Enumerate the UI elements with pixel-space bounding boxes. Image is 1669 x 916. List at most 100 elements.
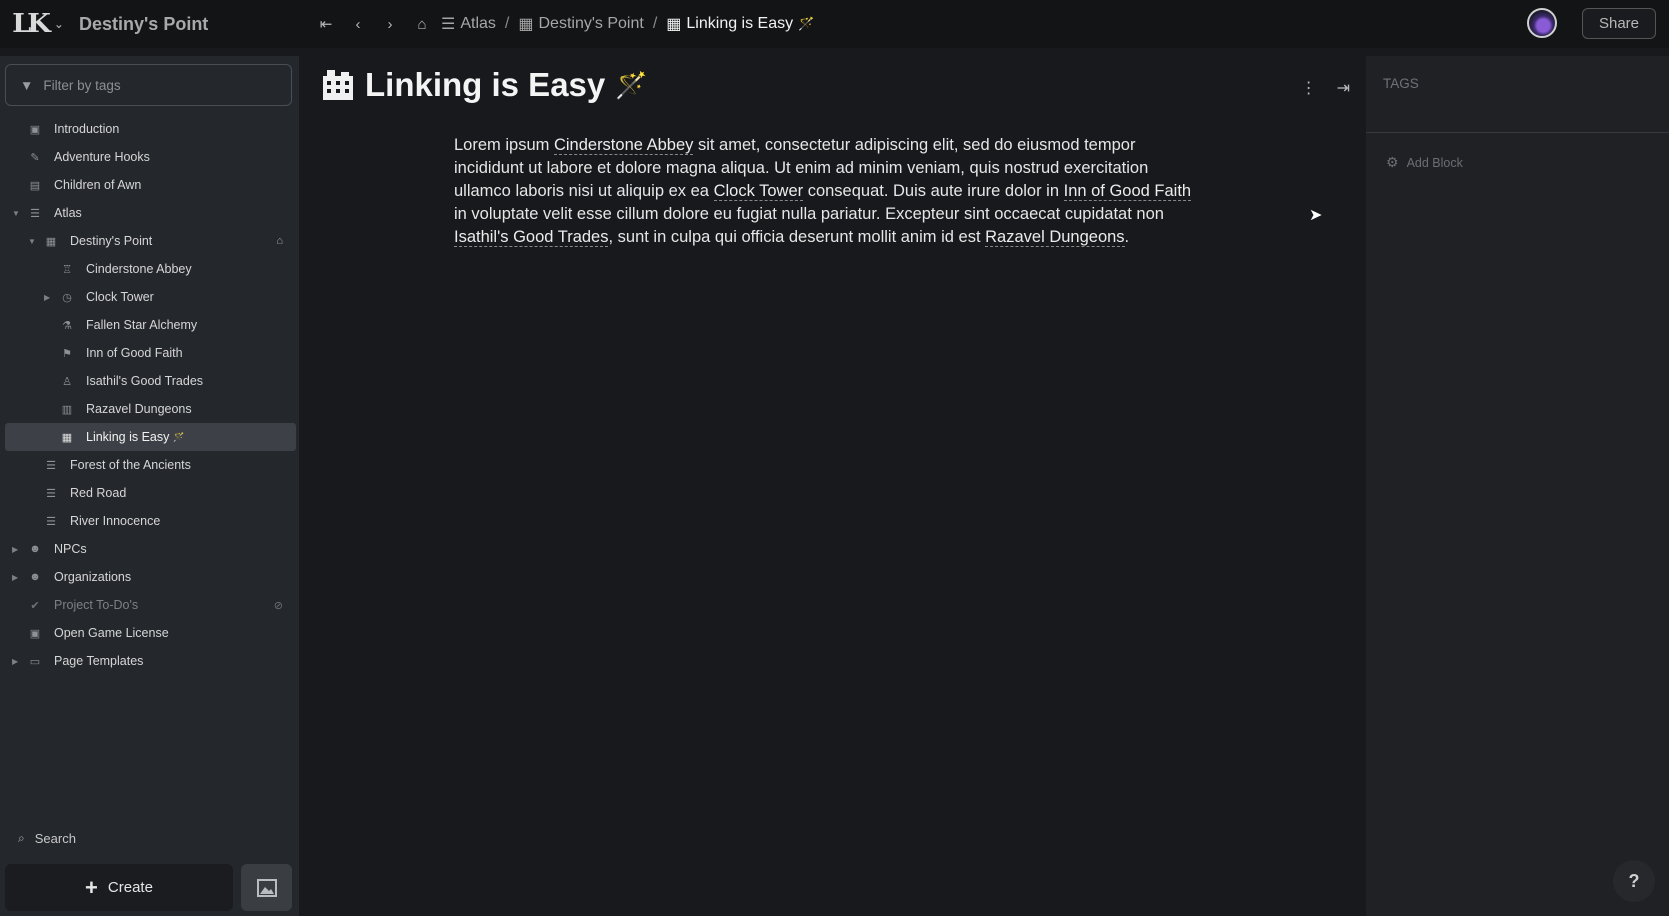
users-icon: ☻ (29, 543, 41, 555)
sidebar-item-project-todos[interactable]: ✔ Project To-Do's ⊘ (0, 591, 299, 619)
toggle-panel-icon[interactable]: ⇥ (1337, 78, 1350, 98)
main-content: Linking is Easy 🪄 ⋮ ⇥ Lorem ipsum Cinder… (299, 56, 1366, 916)
sidebar-item-label: Forest of the Ancients (70, 458, 191, 472)
flag-icon: ⚑ (62, 347, 72, 360)
breadcrumb-destinys-point[interactable]: ▦ Destiny's Point (518, 14, 643, 34)
breadcrumb-label: Destiny's Point (538, 15, 644, 32)
right-panel: TAGS ⚙ Add Block (1366, 56, 1669, 916)
sidebar-item-npcs[interactable]: ▶ ☻ NPCs (0, 535, 299, 563)
chevron-down-icon[interactable]: ⌄ (54, 17, 64, 31)
chevron-right-icon[interactable]: ▶ (12, 545, 18, 554)
signpost-icon: ☰ (46, 515, 56, 528)
sidebar-item-label: Open Game License (54, 626, 169, 640)
chevron-right-icon[interactable]: ▶ (44, 293, 50, 302)
share-button[interactable]: Share (1582, 8, 1656, 39)
sidebar-item-label: Atlas (54, 206, 82, 220)
users-icon: ☻ (29, 571, 41, 583)
link-cinderstone-abbey[interactable]: Cinderstone Abbey (553, 136, 694, 155)
city-icon: ▦ (45, 235, 57, 248)
plus-icon: + (85, 874, 98, 900)
sidebar-item-open-game-license[interactable]: ▣ Open Game License (0, 619, 299, 647)
magic-wand-icon: 🪄 (615, 69, 648, 100)
chevron-down-icon[interactable]: ▼ (28, 237, 36, 246)
avatar[interactable] (1527, 8, 1557, 38)
sidebar-item-inn-of-good-faith[interactable]: ⚑ Inn of Good Faith (0, 339, 299, 367)
sidebar-item-isathils-good-trades[interactable]: ♙ Isathil's Good Trades (0, 367, 299, 395)
sidebar-item-atlas[interactable]: ▼ ☰ Atlas (0, 199, 299, 227)
sidebar-item-label: Linking is Easy (86, 430, 170, 444)
sidebar-item-clock-tower[interactable]: ▶ ◷ Clock Tower (0, 283, 299, 311)
magic-wand-icon: 🪄 (173, 431, 185, 442)
chevron-right-icon[interactable]: ▶ (12, 657, 18, 666)
sidebar-item-river-innocence[interactable]: ☰ River Innocence (0, 507, 299, 535)
sidebar-tree: ▣ Introduction ✎ Adventure Hooks ▤ Child… (0, 115, 299, 675)
dungeon-icon: ▥ (61, 403, 73, 416)
signpost-icon: ☰ (46, 459, 56, 472)
filter-by-tags-input[interactable]: ▼ Filter by tags (5, 64, 292, 106)
top-bar: LK ⌄ Destiny's Point ⇤ ‹ › ⌂ ☰ Atlas / ▦… (0, 0, 1669, 48)
sidebar-item-razavel-dungeons[interactable]: ▥ Razavel Dungeons (0, 395, 299, 423)
sidebar-item-destinys-point[interactable]: ▼ ▦ Destiny's Point ⌂ (0, 227, 299, 255)
breadcrumb-label: Atlas (460, 15, 496, 32)
page-actions: ⋮ ⇥ (1301, 78, 1350, 98)
link-razavel-dungeons[interactable]: Razavel Dungeons (985, 228, 1125, 247)
city-icon: ▦ (61, 431, 73, 444)
folder-icon: ▭ (29, 655, 41, 668)
sidebar-item-linking-is-easy[interactable]: ▦ Linking is Easy 🪄 (5, 423, 296, 451)
link-clock-tower[interactable]: Clock Tower (713, 182, 804, 201)
sidebar-item-organizations[interactable]: ▶ ☻ Organizations (0, 563, 299, 591)
city-icon: ▦ (518, 16, 534, 33)
pin-icon: ✎ (30, 151, 40, 164)
link-inn-of-good-faith[interactable]: Inn of Good Faith (1063, 182, 1192, 201)
forward-icon[interactable]: › (374, 16, 406, 33)
collapse-sidebar-icon[interactable]: ⇤ (310, 15, 342, 33)
sidebar-item-label: Introduction (54, 122, 120, 136)
breadcrumb: ☰ Atlas / ▦ Destiny's Point / ▦ Linking … (441, 0, 814, 48)
sidebar-item-label: Children of Awn (54, 178, 142, 192)
gear-icon: ⚙ (1386, 154, 1399, 170)
sidebar-item-page-templates[interactable]: ▶ ▭ Page Templates (0, 647, 299, 675)
filter-placeholder: Filter by tags (43, 77, 121, 93)
breadcrumb-current[interactable]: ▦ Linking is Easy 🪄 (666, 14, 814, 34)
abbey-icon: ♖ (62, 263, 72, 276)
sidebar-item-introduction[interactable]: ▣ Introduction (0, 115, 299, 143)
sidebar-item-label: Inn of Good Faith (86, 346, 183, 360)
page-title-text: Linking is Easy (365, 66, 606, 103)
sidebar-item-red-road[interactable]: ☰ Red Road (0, 479, 299, 507)
sidebar-item-label: Adventure Hooks (54, 150, 150, 164)
sidebar-item-fallen-star-alchemy[interactable]: ⚗ Fallen Star Alchemy (0, 311, 299, 339)
sidebar-item-adventure-hooks[interactable]: ✎ Adventure Hooks (0, 143, 299, 171)
filter-icon: ▼ (20, 77, 34, 93)
link-isathils-good-trades[interactable]: Isathil's Good Trades (454, 228, 609, 247)
page-body[interactable]: Lorem ipsum Cinderstone Abbey sit amet, … (454, 134, 1204, 249)
sidebar: ▼ Filter by tags ▣ Introduction ✎ Advent… (0, 56, 299, 916)
help-button[interactable]: ? (1613, 860, 1655, 902)
home-icon[interactable]: ⌂ (406, 16, 438, 33)
sidebar-item-label: Project To-Do's (54, 598, 139, 612)
app-logo[interactable]: LK ⌄ (12, 9, 64, 39)
signpost-icon: ☰ (46, 487, 56, 500)
sidebar-item-children-of-awn[interactable]: ▤ Children of Awn (0, 171, 299, 199)
home-icon: ⌂ (276, 235, 283, 247)
back-icon[interactable]: ‹ (342, 16, 374, 33)
more-options-icon[interactable]: ⋮ (1301, 78, 1317, 98)
add-block-button[interactable]: ⚙ Add Block (1386, 154, 1463, 171)
city-icon: ▦ (666, 16, 682, 33)
sidebar-item-forest-of-the-ancients[interactable]: ☰ Forest of the Ancients (0, 451, 299, 479)
breadcrumb-atlas[interactable]: ☰ Atlas (441, 14, 496, 34)
chevron-down-icon[interactable]: ▼ (12, 209, 20, 218)
campaign-title[interactable]: Destiny's Point (79, 14, 208, 35)
sidebar-search[interactable]: ⌕ Search (18, 831, 76, 846)
page-title[interactable]: Linking is Easy 🪄 (321, 66, 648, 104)
bag-icon: ♙ (62, 375, 72, 388)
sidebar-item-cinderstone-abbey[interactable]: ♖ Cinderstone Abbey (0, 255, 299, 283)
breadcrumb-label: Linking is Easy (686, 15, 794, 32)
body-text: , sunt in culpa qui officia deserunt mol… (608, 228, 986, 246)
chevron-right-icon[interactable]: ▶ (12, 573, 18, 582)
create-button[interactable]: + Create (5, 864, 233, 911)
city-icon (323, 70, 353, 100)
image-button[interactable] (241, 864, 292, 911)
divider (1366, 132, 1669, 133)
body-text: Lorem ipsum (454, 136, 554, 154)
body-text: in voluptate velit esse cillum dolore eu… (454, 205, 1164, 223)
